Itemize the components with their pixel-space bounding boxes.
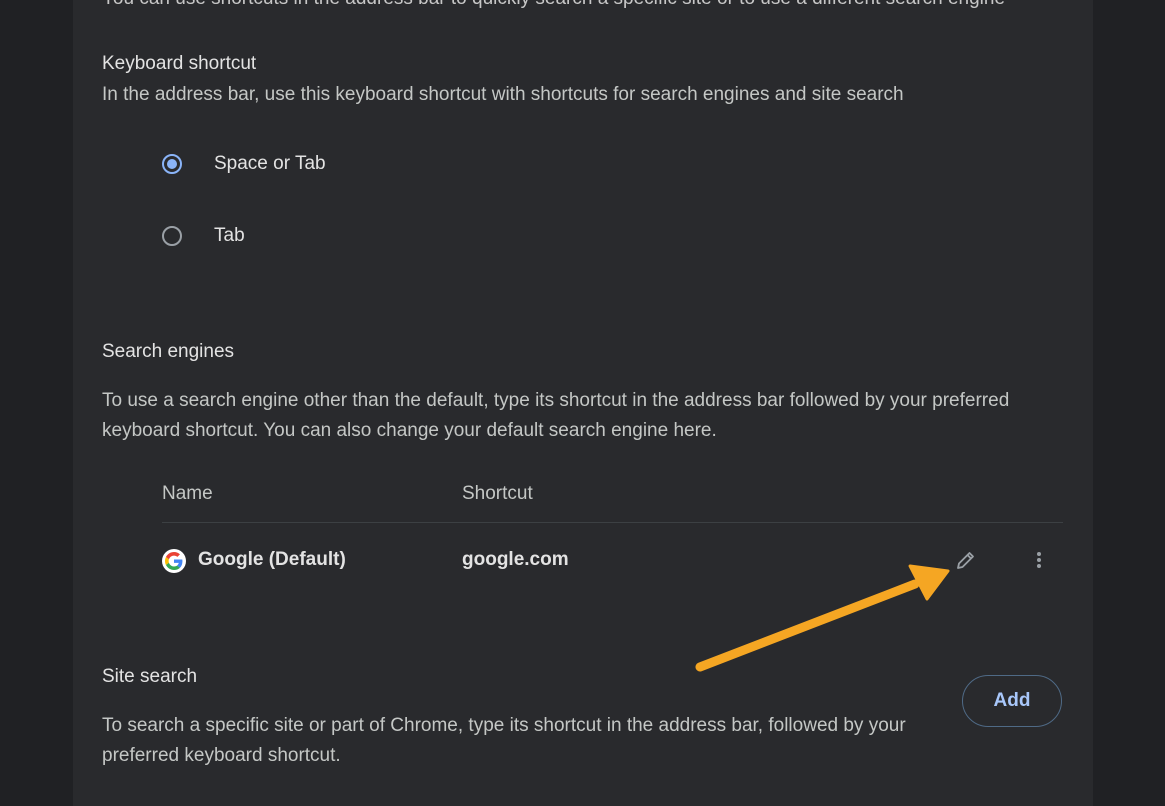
keyboard-shortcut-title: Keyboard shortcut	[102, 53, 257, 74]
edit-button[interactable]	[948, 542, 984, 578]
engine-name: Google (Default)	[198, 549, 346, 570]
google-logo-icon	[162, 549, 186, 573]
engine-shortcut: google.com	[462, 549, 569, 570]
site-search-title: Site search	[102, 666, 198, 687]
add-site-search-button[interactable]: Add	[962, 675, 1062, 727]
search-engines-description: To use a search engine other than the de…	[102, 390, 1010, 441]
more-actions-button[interactable]	[1021, 542, 1057, 578]
settings-page: You can use shortcuts in the address bar…	[0, 0, 1165, 806]
radio-label-space-or-tab: Space or Tab	[214, 153, 326, 174]
column-header-shortcut: Shortcut	[462, 483, 533, 504]
search-engines-title: Search engines	[102, 341, 235, 362]
pencil-icon	[957, 552, 974, 569]
more-vert-icon	[1037, 552, 1041, 568]
radio-label-tab: Tab	[214, 225, 245, 246]
site-search-description: To search a specific site or part of Chr…	[102, 715, 906, 766]
table-divider	[162, 522, 1063, 523]
radio-space-or-tab[interactable]: Space or Tab	[162, 149, 326, 179]
column-header-name: Name	[162, 483, 213, 504]
radio-unchecked-icon[interactable]	[162, 226, 182, 246]
radio-checked-icon[interactable]	[162, 154, 182, 174]
section-intro-text: You can use shortcuts in the address bar…	[102, 0, 1005, 10]
keyboard-shortcut-description: In the address bar, use this keyboard sh…	[102, 84, 904, 105]
table-row: Google (Default) google.com	[162, 540, 1063, 582]
radio-tab[interactable]: Tab	[162, 221, 245, 251]
